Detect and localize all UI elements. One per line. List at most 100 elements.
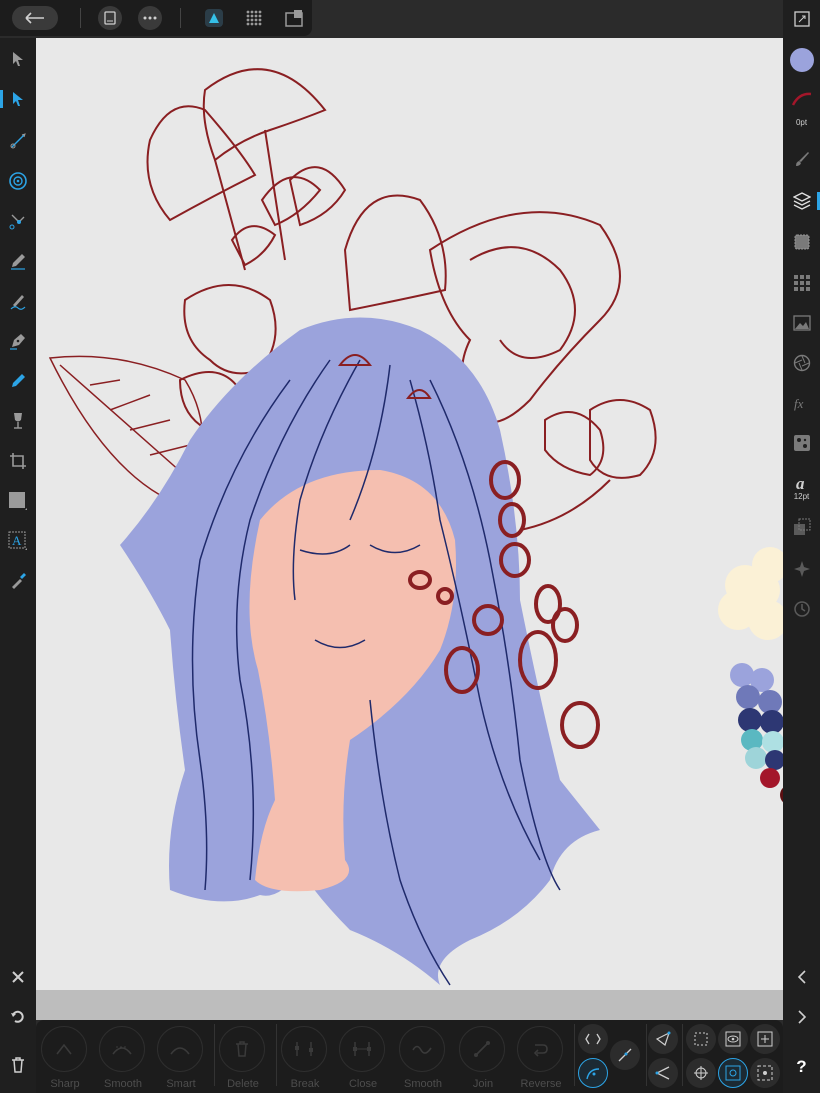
crosshair-button[interactable] [686, 1058, 716, 1088]
join-curves-button[interactable]: Join [454, 1026, 512, 1090]
join-icon [474, 1041, 490, 1057]
delete-button[interactable] [0, 1050, 36, 1080]
target-icon [9, 172, 27, 190]
styles-panel-button[interactable] [783, 428, 820, 458]
rectangle-icon [9, 492, 27, 510]
stroke-swatch[interactable] [783, 84, 820, 114]
pointer-arrow-icon [13, 52, 23, 66]
export-persona-button[interactable] [282, 6, 306, 30]
text-tool[interactable]: A [0, 526, 36, 556]
color-picker-tool[interactable] [0, 566, 36, 596]
more-button[interactable] [138, 6, 162, 30]
collapse-right-button[interactable] [783, 1002, 820, 1032]
pencil-tool[interactable] [0, 246, 36, 276]
smooth-curve-label: Smooth [404, 1078, 442, 1090]
sharp-node-icon [56, 1043, 72, 1055]
reverse-curve-button[interactable]: Reverse [512, 1026, 570, 1090]
appearance-panel-button[interactable] [783, 348, 820, 378]
swatches-grid-icon [793, 275, 810, 291]
crop-tool[interactable] [0, 446, 36, 476]
trash-icon [12, 1057, 24, 1073]
artwork[interactable] [0, 0, 820, 1093]
ellipsis-icon [143, 16, 157, 20]
show-handles-toggle[interactable] [578, 1058, 608, 1088]
flip-icon [585, 1033, 601, 1045]
font-size-label: 12pt [793, 492, 810, 501]
aperture-icon [793, 354, 810, 372]
contour-tool[interactable] [0, 206, 36, 236]
corner-tool[interactable] [0, 126, 36, 156]
history-panel-button[interactable] [783, 594, 820, 624]
snapping-icon [793, 518, 810, 535]
chevron-left-icon [797, 970, 806, 984]
sharp-node-button[interactable]: Sharp [36, 1026, 94, 1090]
svg-text:fx: fx [794, 396, 804, 411]
eyedropper-icon [12, 573, 26, 589]
convert-icon [618, 1048, 632, 1062]
snap-to-nodes-button[interactable] [648, 1024, 678, 1054]
transform-mode-button[interactable] [578, 1024, 608, 1054]
smooth-curve-button[interactable]: Smooth [394, 1026, 452, 1090]
swatches-panel-button[interactable] [783, 268, 820, 298]
help-button[interactable]: ? [783, 1052, 820, 1082]
snap-node-icon [655, 1031, 671, 1046]
point-transform-tool[interactable] [0, 166, 36, 196]
pixel-persona-button[interactable] [242, 6, 266, 30]
wine-glass-icon [14, 413, 22, 429]
brushes-panel-button[interactable] [783, 144, 820, 174]
snap-target-icon [725, 1065, 741, 1081]
close-curve-button[interactable]: Close [334, 1026, 392, 1090]
document-menu-button[interactable] [98, 6, 122, 30]
convert-button[interactable] [610, 1040, 640, 1070]
back-arrow-icon [25, 12, 44, 24]
arrow-node-icon [655, 1066, 670, 1080]
designer-persona-button[interactable] [202, 6, 226, 30]
break-label: Break [290, 1078, 320, 1090]
transparency-tool[interactable] [0, 406, 36, 436]
stroke-width-label: 0pt [795, 118, 808, 127]
tools-toolbar: A [0, 38, 36, 1093]
node-tool[interactable] [0, 84, 36, 114]
reverse-label: Reverse [520, 1078, 562, 1090]
move-tool[interactable] [0, 44, 36, 74]
pen-tool[interactable] [0, 326, 36, 356]
fullscreen-button[interactable] [783, 4, 820, 34]
layers-panel-button[interactable] [783, 186, 820, 216]
back-button[interactable] [12, 6, 58, 30]
delete-node-button[interactable]: Delete [214, 1026, 272, 1090]
effects-panel-button[interactable]: fx [783, 388, 820, 418]
transform-icon [794, 234, 809, 250]
vector-brush-tool[interactable] [0, 286, 36, 316]
designer-persona-icon [205, 9, 223, 27]
fill-color-swatch[interactable] [783, 45, 820, 75]
fill-color-icon [789, 48, 814, 72]
undo-button[interactable] [0, 1002, 36, 1032]
select-nodes-button[interactable] [648, 1058, 678, 1088]
snapping-toggle[interactable] [718, 1058, 748, 1088]
pencil-icon [11, 254, 25, 270]
top-toolbar [0, 0, 312, 36]
snapping-panel-button[interactable] [783, 512, 820, 542]
text-style-icon: a [796, 474, 805, 492]
corner-icon [10, 133, 26, 149]
delete-label: Delete [227, 1078, 259, 1090]
collapse-left-button[interactable] [783, 962, 820, 992]
svg-text:A: A [12, 533, 22, 548]
undo-icon [11, 1010, 24, 1023]
cancel-button[interactable] [0, 962, 36, 992]
smart-node-icon [170, 1047, 190, 1055]
show-bounding-box-button[interactable] [718, 1024, 748, 1054]
text-icon: A [8, 531, 27, 550]
zoom-fit-button[interactable] [750, 1058, 780, 1088]
smooth-node-button[interactable]: Smooth [94, 1026, 152, 1090]
reverse-icon [533, 1044, 548, 1057]
rectangle-tool[interactable] [0, 486, 36, 516]
navigator-panel-button[interactable] [783, 554, 820, 584]
break-curve-button[interactable]: Break [276, 1026, 334, 1090]
fill-tool[interactable] [0, 366, 36, 396]
stock-panel-button[interactable] [783, 308, 820, 338]
transform-origin-button[interactable] [750, 1024, 780, 1054]
select-all-nodes-button[interactable] [686, 1024, 716, 1054]
smart-node-button[interactable]: Smart [152, 1026, 210, 1090]
transform-panel-button[interactable] [783, 227, 820, 257]
